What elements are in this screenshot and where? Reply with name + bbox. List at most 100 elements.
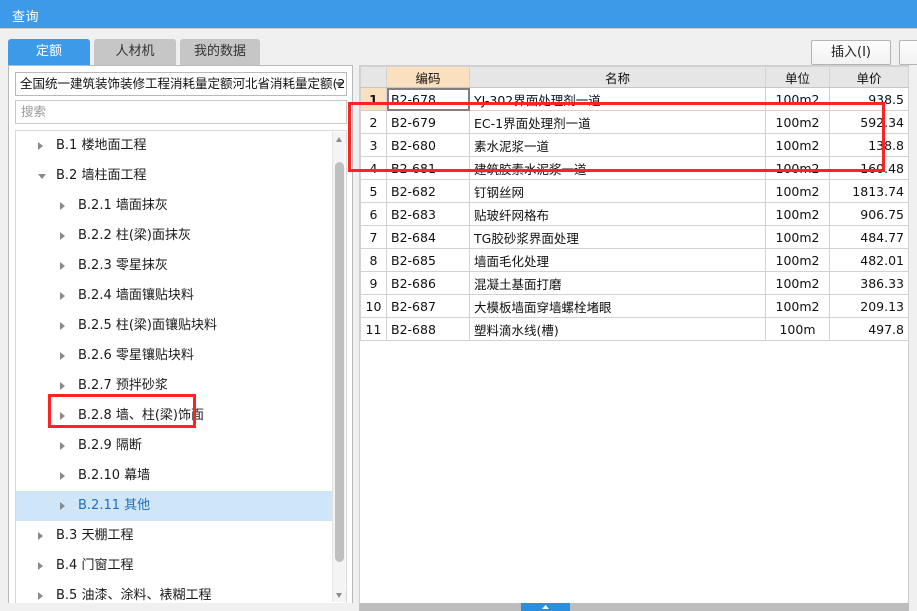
price-cell[interactable]: 497.8 <box>829 317 909 341</box>
tree-item[interactable]: B.3 天棚工程 <box>16 521 334 551</box>
tab-mydata[interactable]: 我的数据 <box>180 39 260 65</box>
row-index-cell[interactable]: 4 <box>360 156 387 180</box>
unit-cell[interactable]: 100m2 <box>765 294 830 318</box>
table-row[interactable]: 11 B2-688 塑料滴水线(槽) 100m 497.8 <box>360 317 909 341</box>
name-cell[interactable]: 墙面毛化处理 <box>469 248 766 272</box>
price-cell[interactable]: 138.8 <box>829 133 909 157</box>
table-row[interactable]: 5 B2-682 钉钢丝网 100m2 1813.74 <box>360 179 909 203</box>
row-index-cell[interactable]: 3 <box>360 133 387 157</box>
chevron-right-icon[interactable] <box>60 472 65 480</box>
tree-item[interactable]: B.2 墙柱面工程 <box>16 161 334 191</box>
splitter-handle[interactable] <box>521 603 570 611</box>
unit-cell[interactable]: 100m2 <box>765 87 830 111</box>
unit-cell[interactable]: 100m2 <box>765 225 830 249</box>
table-row[interactable]: 7 B2-684 TG胶砂浆界面处理 100m2 484.77 <box>360 225 909 249</box>
price-cell[interactable]: 482.01 <box>829 248 909 272</box>
tree-item[interactable]: B.5 油漆、涂料、裱糊工程 <box>16 581 334 603</box>
name-cell[interactable]: 贴玻纤网格布 <box>469 202 766 226</box>
code-cell[interactable]: B2-685 <box>386 248 470 272</box>
column-header-index[interactable] <box>360 66 387 88</box>
table-row[interactable]: 6 B2-683 贴玻纤网格布 100m2 906.75 <box>360 202 909 226</box>
code-cell[interactable]: B2-684 <box>386 225 470 249</box>
tree-item[interactable]: B.2.2 柱(梁)面抹灰 <box>16 221 334 251</box>
unit-cell[interactable]: 100m2 <box>765 110 830 134</box>
chevron-down-icon[interactable] <box>38 174 46 183</box>
code-cell[interactable]: B2-682 <box>386 179 470 203</box>
row-index-cell[interactable]: 7 <box>360 225 387 249</box>
chevron-right-icon[interactable] <box>60 382 65 390</box>
row-index-cell[interactable]: 11 <box>360 317 387 341</box>
price-cell[interactable]: 160.48 <box>829 156 909 180</box>
search-input[interactable]: 搜索 <box>15 100 347 124</box>
price-cell[interactable]: 1813.74 <box>829 179 909 203</box>
column-header-unit[interactable]: 单位 <box>765 66 830 88</box>
chevron-right-icon[interactable] <box>38 562 43 570</box>
unit-cell[interactable]: 100m2 <box>765 133 830 157</box>
chevron-right-icon[interactable] <box>60 352 65 360</box>
code-cell[interactable]: B2-680 <box>386 133 470 157</box>
horizontal-splitter[interactable] <box>359 603 909 611</box>
name-cell[interactable]: 塑料滴水线(槽) <box>469 317 766 341</box>
tree-scroll-thumb[interactable] <box>335 162 344 562</box>
table-row[interactable]: 2 B2-679 EC-1界面处理剂一道 100m2 592.34 <box>360 110 909 134</box>
column-header-code[interactable]: 编码 <box>386 66 470 88</box>
scroll-down-icon[interactable] <box>333 589 346 602</box>
table-row[interactable]: 1 B2-678 YJ-302界面处理剂一道 100m2 938.5 <box>360 87 909 111</box>
price-cell[interactable]: 592.34 <box>829 110 909 134</box>
tree-scrollbar[interactable] <box>332 132 346 602</box>
tree-item[interactable]: B.2.9 隔断 <box>16 431 334 461</box>
row-index-cell[interactable]: 1 <box>360 87 387 111</box>
name-cell[interactable]: YJ-302界面处理剂一道 <box>469 87 766 111</box>
code-cell[interactable]: B2-678 <box>386 87 470 111</box>
chevron-right-icon[interactable] <box>38 532 43 540</box>
chevron-right-icon[interactable] <box>38 142 43 150</box>
chevron-right-icon[interactable] <box>60 502 65 510</box>
tree-item[interactable]: B.2.5 柱(梁)面镶贴块料 <box>16 311 334 341</box>
table-row[interactable]: 9 B2-686 混凝土基面打磨 100m2 386.33 <box>360 271 909 295</box>
tree-item[interactable]: B.2.7 预拌砂浆 <box>16 371 334 401</box>
table-row[interactable]: 4 B2-681 建筑胶素水泥浆一道 100m2 160.48 <box>360 156 909 180</box>
tree-item[interactable]: B.1 楼地面工程 <box>16 131 334 161</box>
tree-item[interactable]: B.2.8 墙、柱(梁)饰面 <box>16 401 334 431</box>
library-select[interactable]: 全国统一建筑装饰装修工程消耗量定额河北省消耗量定额(20 <box>15 72 347 96</box>
price-cell[interactable]: 938.5 <box>829 87 909 111</box>
code-cell[interactable]: B2-687 <box>386 294 470 318</box>
row-index-cell[interactable]: 5 <box>360 179 387 203</box>
tree-item[interactable]: B.2.11 其他 <box>16 491 334 521</box>
table-row[interactable]: 10 B2-687 大模板墙面穿墙螺栓堵眼 100m2 209.13 <box>360 294 909 318</box>
tab-quota[interactable]: 定额 <box>8 39 90 65</box>
price-cell[interactable]: 386.33 <box>829 271 909 295</box>
row-index-cell[interactable]: 6 <box>360 202 387 226</box>
row-index-cell[interactable]: 9 <box>360 271 387 295</box>
chevron-right-icon[interactable] <box>60 442 65 450</box>
price-cell[interactable]: 484.77 <box>829 225 909 249</box>
chevron-right-icon[interactable] <box>60 322 65 330</box>
code-cell[interactable]: B2-683 <box>386 202 470 226</box>
price-cell[interactable]: 209.13 <box>829 294 909 318</box>
table-row[interactable]: 8 B2-685 墙面毛化处理 100m2 482.01 <box>360 248 909 272</box>
name-cell[interactable]: EC-1界面处理剂一道 <box>469 110 766 134</box>
code-cell[interactable]: B2-688 <box>386 317 470 341</box>
chevron-right-icon[interactable] <box>60 202 65 210</box>
name-cell[interactable]: 素水泥浆一道 <box>469 133 766 157</box>
table-row[interactable]: 3 B2-680 素水泥浆一道 100m2 138.8 <box>360 133 909 157</box>
chevron-right-icon[interactable] <box>38 592 43 600</box>
code-cell[interactable]: B2-681 <box>386 156 470 180</box>
unit-cell[interactable]: 100m2 <box>765 271 830 295</box>
code-cell[interactable]: B2-679 <box>386 110 470 134</box>
insert-button[interactable]: 插入(I) <box>811 40 891 65</box>
chevron-right-icon[interactable] <box>60 412 65 420</box>
chevron-right-icon[interactable] <box>60 262 65 270</box>
category-tree[interactable]: B.1 楼地面工程 B.2 墙柱面工程 B.2.1 墙面抹灰 B.2.2 柱(梁)面抹… <box>15 130 347 604</box>
tree-item[interactable]: B.2.4 墙面镶贴块料 <box>16 281 334 311</box>
name-cell[interactable]: 大模板墙面穿墙螺栓堵眼 <box>469 294 766 318</box>
tree-item[interactable]: B.2.10 幕墙 <box>16 461 334 491</box>
tree-item[interactable]: B.2.6 零星镶贴块料 <box>16 341 334 371</box>
scroll-up-icon[interactable] <box>333 132 346 145</box>
row-index-cell[interactable]: 10 <box>360 294 387 318</box>
name-cell[interactable]: 混凝土基面打磨 <box>469 271 766 295</box>
name-cell[interactable]: 建筑胶素水泥浆一道 <box>469 156 766 180</box>
row-index-cell[interactable]: 2 <box>360 110 387 134</box>
tab-rcm[interactable]: 人材机 <box>94 39 176 65</box>
tree-item[interactable]: B.2.1 墙面抹灰 <box>16 191 334 221</box>
